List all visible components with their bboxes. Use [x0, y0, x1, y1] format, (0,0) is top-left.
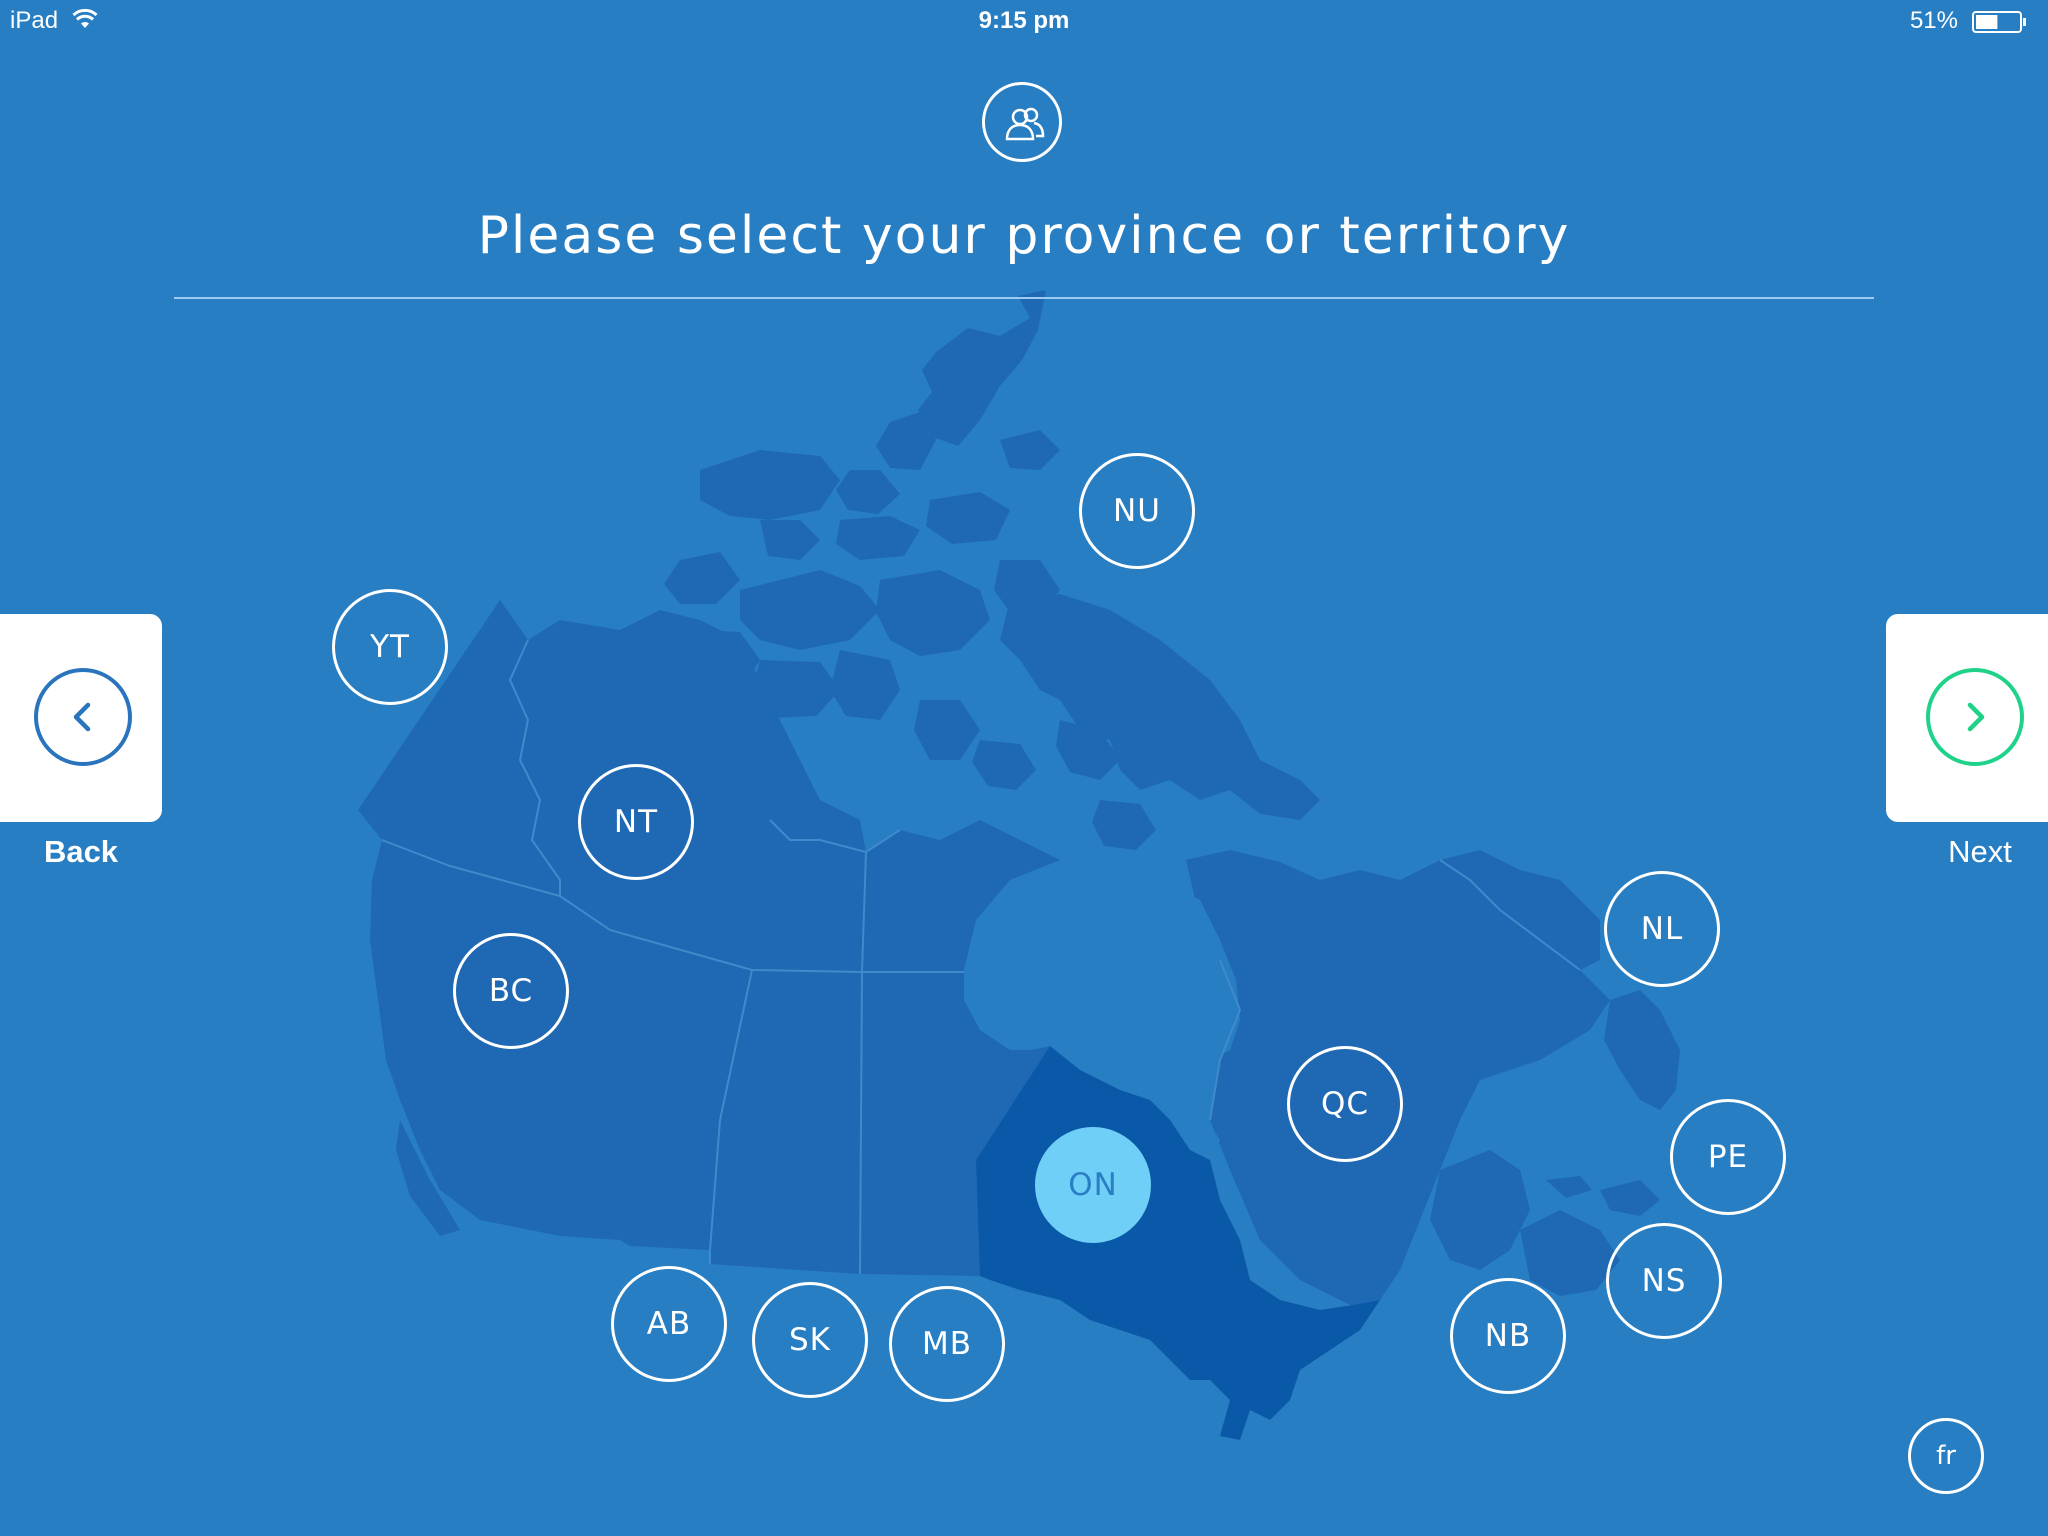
province-button-nt[interactable]: NT: [578, 764, 694, 880]
province-button-nu[interactable]: NU: [1079, 453, 1195, 569]
province-button-ab[interactable]: AB: [611, 1266, 727, 1382]
province-selection-screen: iPad 9:15 pm 51% Please select your prov…: [0, 0, 2048, 1536]
chevron-right-icon: [1926, 668, 2024, 766]
next-label: Next: [1948, 834, 2012, 869]
page-title: Please select your province or territory: [477, 206, 1571, 266]
province-button-mb[interactable]: MB: [889, 1286, 1005, 1402]
province-button-pe[interactable]: PE: [1670, 1099, 1786, 1215]
province-button-bc[interactable]: BC: [453, 933, 569, 1049]
province-button-nl[interactable]: NL: [1604, 871, 1720, 987]
province-button-on[interactable]: ON: [1035, 1127, 1151, 1243]
language-toggle-button[interactable]: fr: [1908, 1418, 1984, 1494]
chevron-left-icon: [34, 668, 132, 766]
people-icon: [982, 82, 1062, 162]
back-button[interactable]: [0, 614, 162, 822]
province-button-nb[interactable]: NB: [1450, 1278, 1566, 1394]
next-button[interactable]: [1886, 614, 2048, 822]
province-button-qc[interactable]: QC: [1287, 1046, 1403, 1162]
province-button-sk[interactable]: SK: [752, 1282, 868, 1398]
title-divider: [174, 297, 1874, 299]
back-label: Back: [43, 834, 119, 869]
province-button-ns[interactable]: NS: [1606, 1223, 1722, 1339]
province-button-yt[interactable]: YT: [332, 589, 448, 705]
